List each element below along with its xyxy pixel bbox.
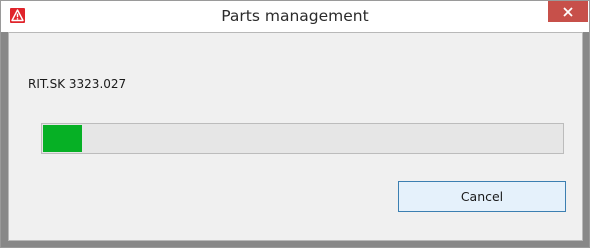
- close-icon: [563, 7, 573, 17]
- part-number-label: RIT.SK 3323.027: [28, 77, 127, 91]
- dialog-body: RIT.SK 3323.027 Cancel: [8, 32, 583, 241]
- dialog-window: Parts management RIT.SK 3323.027 Cancel: [0, 0, 590, 248]
- close-button[interactable]: [548, 1, 588, 22]
- title-bar[interactable]: Parts management: [1, 1, 589, 32]
- window-title: Parts management: [221, 7, 369, 25]
- cancel-button[interactable]: Cancel: [398, 181, 566, 212]
- progress-bar: [41, 123, 564, 154]
- progress-bar-fill: [43, 125, 82, 152]
